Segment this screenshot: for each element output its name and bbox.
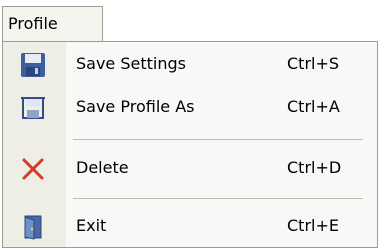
- menu-item-save-profile-as[interactable]: Save Profile As Ctrl+A: [3, 87, 377, 127]
- save-as-icon: [19, 94, 47, 122]
- menu-item-delete[interactable]: Delete Ctrl+D: [3, 148, 377, 188]
- menu-item-shortcut: Ctrl+S: [287, 54, 340, 73]
- menu-item-shortcut: Ctrl+E: [287, 216, 339, 235]
- menu-item-shortcut: Ctrl+A: [287, 97, 340, 116]
- menu-profile[interactable]: Profile: [2, 6, 103, 42]
- menu-item-label: Delete: [76, 158, 129, 177]
- delete-x-icon: [19, 155, 47, 183]
- menu-bar: Profile: [0, 0, 384, 42]
- menu-separator: [73, 198, 363, 199]
- menu-item-save-settings[interactable]: Save Settings Ctrl+S: [3, 44, 377, 84]
- menu-separator: [73, 139, 363, 140]
- menu-item-label: Exit: [76, 216, 107, 235]
- menu-item-shortcut: Ctrl+D: [287, 158, 342, 177]
- exit-door-icon: [19, 213, 47, 241]
- menu-item-label: Save Profile As: [76, 97, 195, 116]
- floppy-disk-icon: [19, 51, 47, 79]
- menu-item-exit[interactable]: Exit Ctrl+E: [3, 206, 377, 246]
- menu-item-label: Save Settings: [76, 54, 186, 73]
- profile-dropdown-menu: Save Settings Ctrl+S Save Profile As Ctr…: [2, 41, 378, 248]
